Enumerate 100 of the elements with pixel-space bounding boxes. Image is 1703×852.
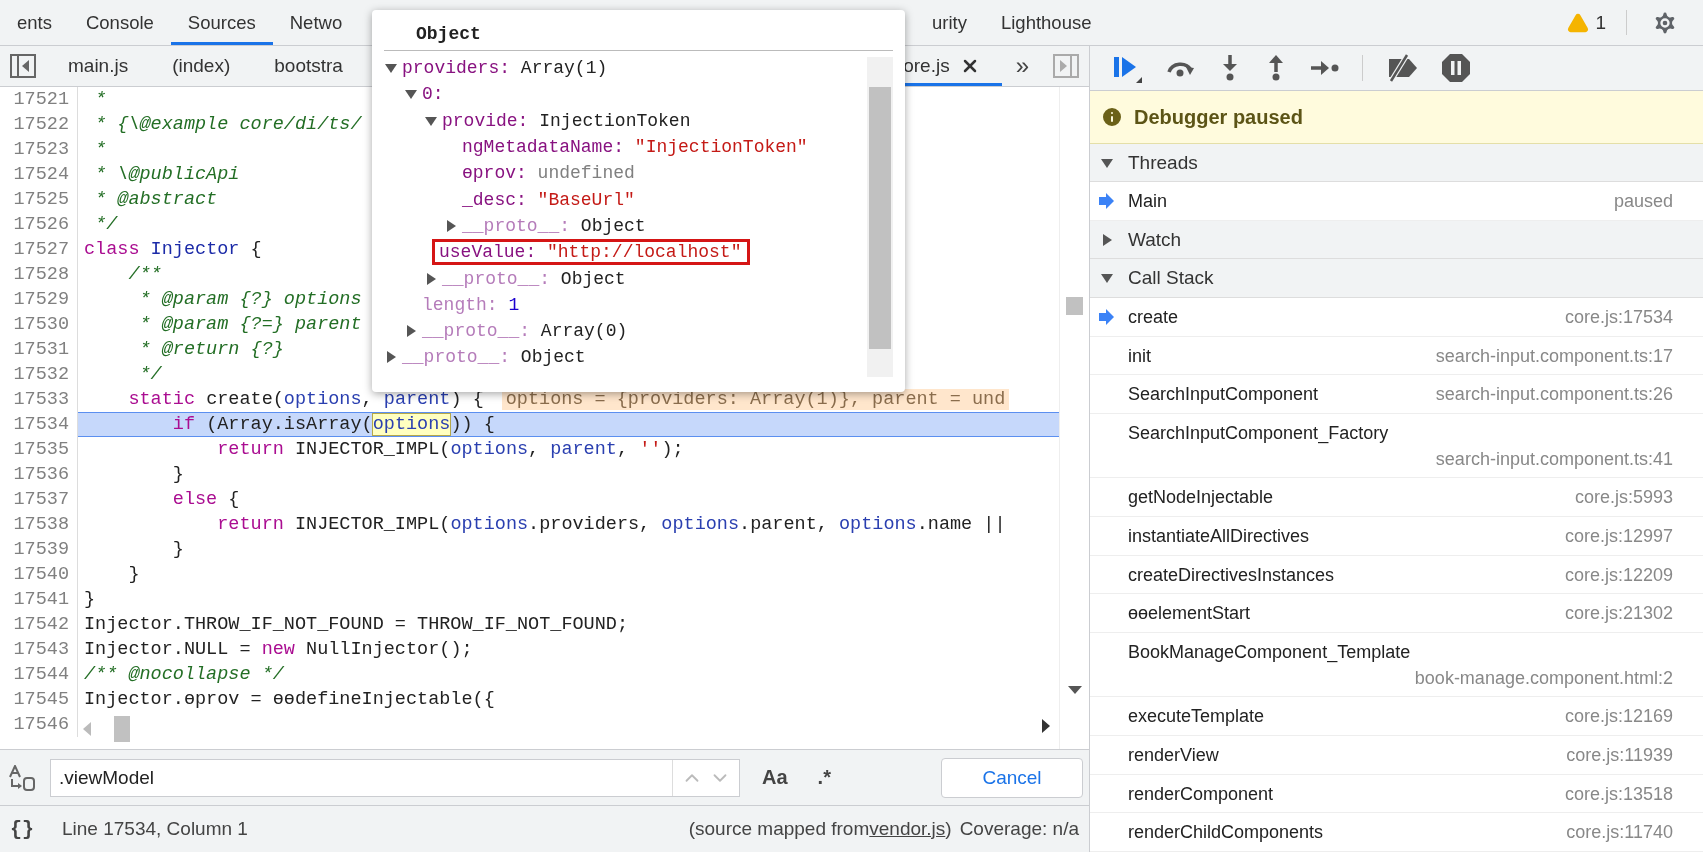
- replace-icon[interactable]: [8, 764, 36, 791]
- code-line: * @param {?=} parent: [138, 314, 362, 335]
- code-line: }: [83, 589, 96, 610]
- debugger-toggle-icon[interactable]: [1053, 54, 1079, 78]
- collapse-caret-icon[interactable]: [384, 351, 398, 364]
- expand-caret-icon[interactable]: [424, 114, 438, 127]
- property-line: __proto__: Object: [442, 268, 626, 289]
- source-map-prefix: (source mapped from: [688, 818, 870, 840]
- more-tabs-button[interactable]: »: [1001, 46, 1043, 86]
- sidebar-toggle-icon[interactable]: [10, 54, 36, 78]
- code-line: * @abstract: [94, 189, 218, 210]
- panel-tab[interactable]: Netwo: [272, 0, 360, 45]
- scroll-right-icon[interactable]: [1041, 718, 1051, 734]
- expand-caret-icon[interactable]: [384, 62, 398, 75]
- watch-header[interactable]: Watch: [1090, 220, 1703, 260]
- collapse-caret-icon[interactable]: [404, 325, 418, 338]
- frame-location: core.js:12997: [1564, 525, 1673, 548]
- expand-caret-icon[interactable]: [1100, 156, 1114, 169]
- cancel-button[interactable]: Cancel: [941, 757, 1083, 798]
- expand-caret-icon[interactable]: [1100, 272, 1114, 285]
- property-line: 0:: [422, 84, 444, 105]
- match-case-toggle[interactable]: Aa: [754, 766, 796, 789]
- code-line: * \@publicApi: [94, 164, 240, 185]
- pretty-print-button[interactable]: {}: [10, 817, 34, 841]
- stack-frame[interactable]: init search-input.component.ts:17: [1090, 336, 1703, 376]
- code-line: * @param {?} options: [138, 289, 362, 310]
- pause-on-exceptions-icon[interactable]: [1441, 53, 1471, 84]
- frame-name: renderView: [1128, 744, 1219, 768]
- search-input[interactable]: .viewModel: [51, 766, 672, 789]
- code-line: Injector.NULL = new NullInjector();: [83, 639, 473, 660]
- thread-row[interactable]: Main paused: [1090, 182, 1703, 221]
- code-line: * @return {?}: [138, 339, 284, 360]
- frame-location: core.js:17534: [1564, 306, 1673, 329]
- file-tab[interactable]: (index): [150, 46, 253, 86]
- code-line: /**: [127, 264, 162, 285]
- stack-frame[interactable]: SearchInputComponent_Factory search-input.component.ts:41: [1090, 414, 1703, 479]
- line-number[interactable]: 17534: [0, 412, 78, 437]
- frame-name: SearchInputComponent: [1128, 383, 1319, 407]
- stack-frame[interactable]: getNodeInjectable core.js:5993: [1090, 478, 1703, 517]
- stack-frame[interactable]: renderChildComponents core.js:11740: [1090, 813, 1703, 852]
- popover-title: Object: [384, 18, 893, 51]
- code-line: if (Array.isArray(options)) {: [171, 414, 495, 435]
- panel-tab[interactable]: ents: [0, 0, 69, 45]
- frame-name: Main: [1128, 190, 1167, 214]
- collapse-caret-icon[interactable]: [1100, 233, 1114, 246]
- source-map-link[interactable]: vendor.js: [869, 818, 946, 840]
- scrollbar-thumb[interactable]: [869, 87, 891, 349]
- collapse-caret-icon[interactable]: [444, 219, 458, 232]
- source-map-suffix: ): [945, 818, 952, 840]
- frame-name: BookManageComponent_Template: [1128, 641, 1411, 665]
- frame-name: renderComponent: [1128, 782, 1274, 806]
- scrollbar-thumb[interactable]: [1066, 297, 1083, 315]
- file-tab[interactable]: main.js: [46, 46, 151, 86]
- code-line: }: [171, 464, 184, 485]
- code-line: *: [94, 89, 107, 110]
- frame-location: core.js:5993: [1574, 486, 1673, 510]
- code-line: }: [171, 539, 184, 560]
- threads-header[interactable]: Threads: [1090, 143, 1703, 183]
- call-stack-header[interactable]: Call Stack: [1090, 259, 1703, 298]
- code-line: Injector.ɵprov = ɵɵdefineInjectable({: [83, 689, 495, 710]
- warning-count[interactable]: 1: [1595, 11, 1606, 34]
- code-line: *: [94, 139, 107, 160]
- frame-location: core.js:12169: [1564, 705, 1673, 729]
- panel-tab[interactable]: Lighthouse: [983, 0, 1109, 45]
- frame-name: SearchInputComponent_Factory: [1128, 422, 1389, 446]
- frame-location: core.js:21302: [1564, 602, 1673, 626]
- stack-frame[interactable]: createDirectivesInstances core.js:12209: [1090, 555, 1703, 595]
- coverage-text: Coverage: n/a: [959, 818, 1079, 840]
- stack-frame[interactable]: create core.js:17534: [1090, 298, 1703, 337]
- frame-location: paused: [1613, 190, 1673, 214]
- frame-name: create: [1128, 306, 1179, 329]
- property-line: ɵprov: undefined: [462, 163, 635, 184]
- code-line: */: [94, 214, 118, 235]
- stack-frame[interactable]: BookManageComponent_Template book-manage.component.html:2: [1090, 633, 1703, 698]
- popover-scrollbar[interactable]: [867, 57, 893, 377]
- code-line: class Injector {: [83, 239, 262, 260]
- scrollbar-thumb[interactable]: [114, 716, 130, 742]
- search-box[interactable]: .viewModel: [50, 758, 740, 797]
- stack-frame[interactable]: instantiateAllDirectives core.js:12997: [1090, 517, 1703, 556]
- stack-frame[interactable]: renderView core.js:11939: [1090, 736, 1703, 775]
- stack-frame[interactable]: ɵɵelementStart core.js:21302: [1090, 594, 1703, 634]
- frame-name: ɵɵelementStart: [1128, 602, 1251, 626]
- code-line: /** @nocollapse */: [83, 664, 284, 685]
- property-line: __proto__: Object: [462, 215, 646, 236]
- frame-location: search-input.component.ts:41: [1435, 448, 1673, 471]
- stack-frame[interactable]: executeTemplate core.js:12169: [1090, 697, 1703, 737]
- frame-location: core.js:13518: [1564, 782, 1673, 806]
- highlighted-property: useValue: "http://localhost": [432, 239, 751, 266]
- code-line: * {\@example core/di/ts/: [94, 114, 362, 135]
- regex-toggle[interactable]: .*: [809, 766, 839, 789]
- collapse-caret-icon[interactable]: [424, 272, 438, 285]
- scroll-down-icon[interactable]: [1067, 685, 1083, 695]
- stack-frame[interactable]: renderComponent core.js:13518: [1090, 774, 1703, 814]
- file-tab[interactable]: bootstra: [252, 46, 365, 86]
- code-line: */: [138, 364, 162, 385]
- stack-frame[interactable]: SearchInputComponent search-input.component.ts:26: [1090, 375, 1703, 414]
- panel-tab[interactable]: urity: [915, 0, 984, 45]
- panel-tab[interactable]: Console: [68, 0, 171, 45]
- code-line: return INJECTOR_IMPL(options, parent, '');: [216, 439, 684, 460]
- frame-location: core.js:11939: [1566, 744, 1673, 768]
